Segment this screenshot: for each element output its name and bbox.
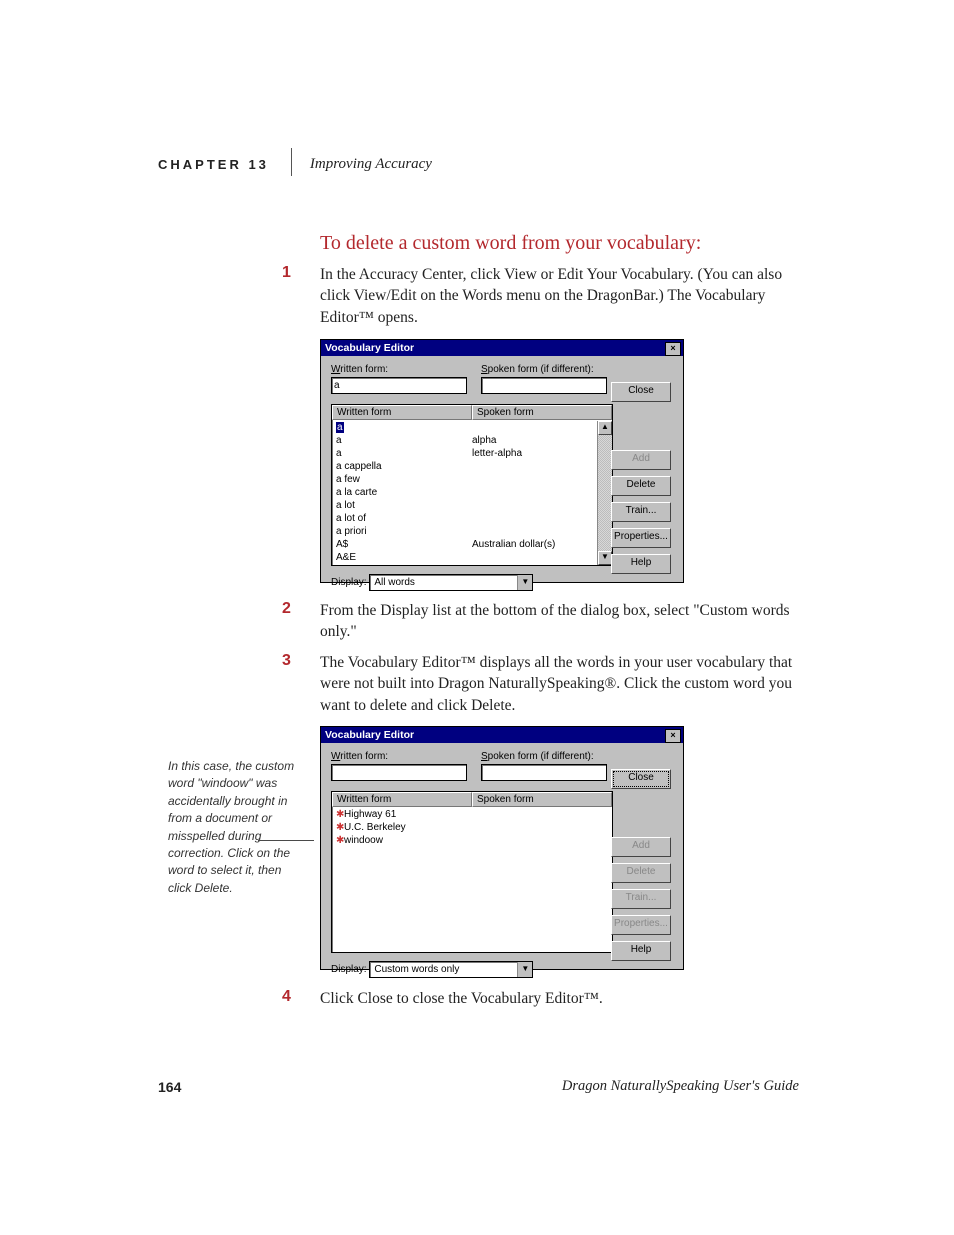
list-item[interactable]: aalpha	[332, 434, 612, 447]
list-item[interactable]: a few	[332, 473, 612, 486]
step-number: 1	[282, 264, 308, 282]
properties-button[interactable]: Properties...	[611, 915, 671, 935]
list-item[interactable]: aletter-alpha	[332, 447, 612, 460]
col-written[interactable]: Written form	[332, 792, 472, 807]
close-button[interactable]: Close	[611, 769, 671, 789]
step-number: 2	[282, 600, 308, 618]
list-item[interactable]: ✱U.C. Berkeley	[332, 821, 612, 834]
page-header: CHAPTER 13 Improving Accuracy	[158, 148, 834, 176]
display-combo[interactable]: Custom words only ▼	[369, 961, 533, 978]
list-item[interactable]: ✱Highway 61	[332, 808, 612, 821]
add-button[interactable]: Add	[611, 837, 671, 857]
page-number: 164	[158, 1079, 181, 1095]
list-item[interactable]: a cappella	[332, 460, 612, 473]
list-item[interactable]: a	[332, 421, 612, 434]
callout-line	[258, 840, 314, 841]
properties-button[interactable]: Properties...	[611, 528, 671, 548]
close-icon[interactable]: ×	[665, 729, 681, 743]
train-button[interactable]: Train...	[611, 502, 671, 522]
written-form-input[interactable]	[331, 764, 467, 781]
close-icon[interactable]: ×	[665, 342, 681, 356]
word-listbox[interactable]: Written form Spoken form ✱Highway 61✱U.C…	[331, 791, 613, 953]
display-label: Display:	[331, 964, 367, 975]
train-button[interactable]: Train...	[611, 889, 671, 909]
dialog-titlebar[interactable]: Vocabulary Editor ×	[321, 727, 683, 743]
vocabulary-editor-dialog-2: Vocabulary Editor × Written form: Spoken…	[320, 726, 684, 970]
chevron-down-icon[interactable]: ▼	[517, 575, 532, 590]
list-item[interactable]: a lot	[332, 499, 612, 512]
step-text: From the Display list at the bottom of t…	[320, 600, 802, 643]
scroll-down-icon[interactable]: ▼	[598, 551, 612, 565]
close-button[interactable]: Close	[611, 382, 671, 402]
delete-button[interactable]: Delete	[611, 863, 671, 883]
list-item[interactable]: A$Australian dollar(s)	[332, 538, 612, 551]
vocabulary-editor-dialog-1: Vocabulary Editor × Written form: a Spok…	[320, 339, 684, 583]
dialog-title: Vocabulary Editor	[325, 342, 414, 354]
spoken-form-label: Spoken form (if different):	[481, 751, 621, 762]
step-text: In the Accuracy Center, click View or Ed…	[320, 264, 802, 328]
chapter-title: Improving Accuracy	[310, 156, 432, 173]
list-item[interactable]: a la carte	[332, 486, 612, 499]
step-text: The Vocabulary Editor™ displays all the …	[320, 652, 802, 716]
spoken-form-input[interactable]	[481, 377, 607, 394]
step-text: Click Close to close the Vocabulary Edit…	[320, 988, 802, 1009]
spoken-form-label: Spoken form (if different):	[481, 364, 621, 375]
word-listbox[interactable]: Written form Spoken form aaalphaaletter-…	[331, 404, 613, 566]
custom-word-icon: ✱	[336, 834, 344, 847]
written-form-input[interactable]: a	[331, 377, 467, 394]
footer-title: Dragon NaturallySpeaking User's Guide	[562, 1078, 799, 1095]
scrollbar[interactable]: ▲ ▼	[597, 421, 612, 565]
list-item[interactable]: a lot of	[332, 512, 612, 525]
col-spoken[interactable]: Spoken form	[472, 792, 612, 807]
col-written[interactable]: Written form	[332, 405, 472, 420]
dialog-titlebar[interactable]: Vocabulary Editor ×	[321, 340, 683, 356]
written-form-label: Written form:	[331, 751, 481, 762]
display-label: Display:	[331, 577, 367, 588]
scroll-up-icon[interactable]: ▲	[598, 421, 612, 435]
list-item[interactable]: a priori	[332, 525, 612, 538]
chapter-label: CHAPTER 13	[158, 157, 269, 172]
section-heading: To delete a custom word from your vocabu…	[320, 232, 701, 255]
step-number: 3	[282, 652, 308, 670]
divider	[291, 148, 292, 176]
display-combo[interactable]: All words ▼	[369, 574, 533, 591]
dialog-title: Vocabulary Editor	[325, 729, 414, 741]
list-item[interactable]: A&E	[332, 551, 612, 564]
custom-word-icon: ✱	[336, 821, 344, 834]
help-button[interactable]: Help	[611, 941, 671, 961]
margin-note: In this case, the custom word "windoow" …	[168, 758, 298, 897]
spoken-form-input[interactable]	[481, 764, 607, 781]
help-button[interactable]: Help	[611, 554, 671, 574]
chevron-down-icon[interactable]: ▼	[517, 962, 532, 977]
delete-button[interactable]: Delete	[611, 476, 671, 496]
written-form-label: Written form:	[331, 364, 481, 375]
col-spoken[interactable]: Spoken form	[472, 405, 612, 420]
custom-word-icon: ✱	[336, 808, 344, 821]
add-button[interactable]: Add	[611, 450, 671, 470]
step-number: 4	[282, 988, 308, 1006]
list-item[interactable]: ✱windoow	[332, 834, 612, 847]
